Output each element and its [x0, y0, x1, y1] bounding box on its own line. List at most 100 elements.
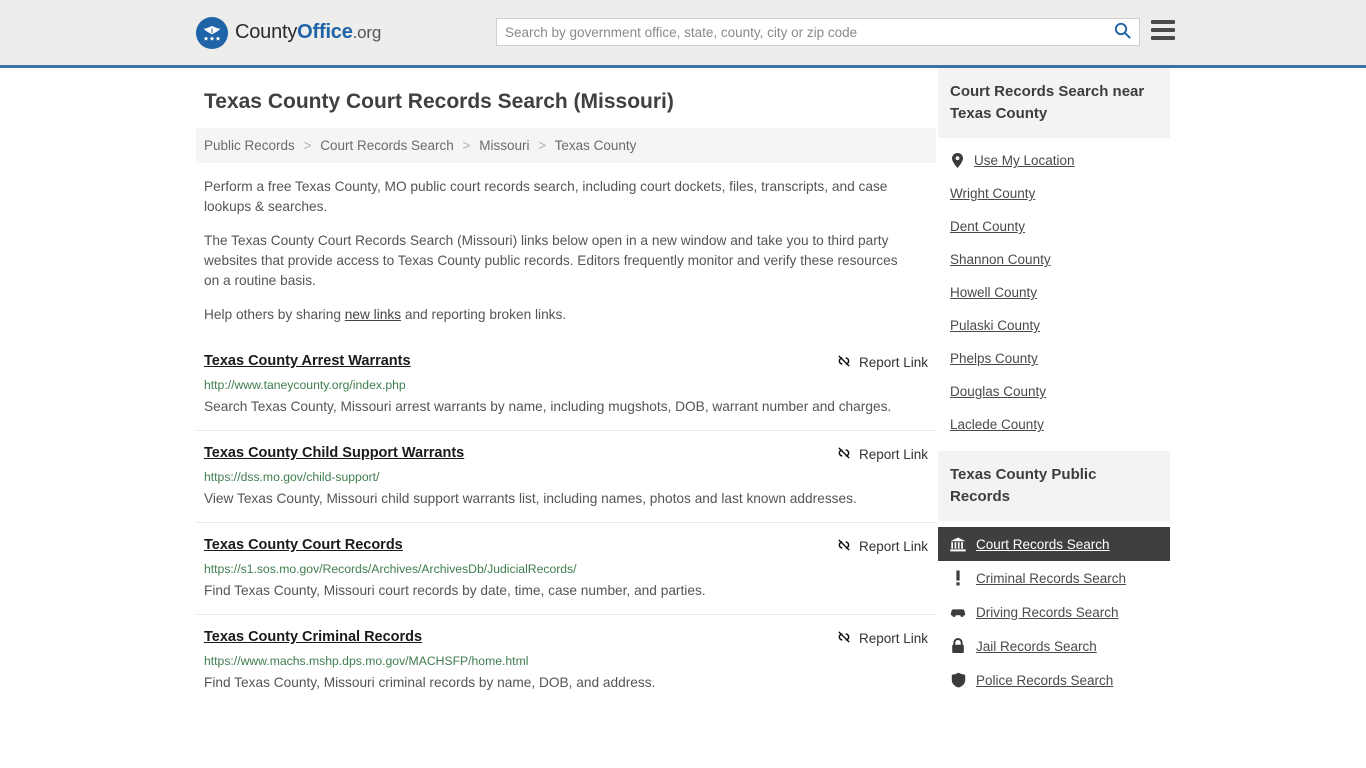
nearby-counties-title: Court Records Search near Texas County — [938, 68, 1170, 138]
result-item: Texas County Arrest Warrants Report Link… — [196, 339, 936, 430]
sidebar-item-court-records-search[interactable]: Court Records Search — [938, 527, 1170, 561]
sidebar-link-driving-records-search[interactable]: Driving Records Search — [976, 605, 1119, 620]
result-header: Texas County Arrest Warrants Report Link — [204, 352, 928, 372]
car-icon — [950, 604, 966, 620]
search-input[interactable] — [497, 19, 1105, 45]
breadcrumb-item-court-records-search[interactable]: Court Records Search — [320, 138, 454, 153]
report-link-button[interactable]: Report Link — [836, 353, 928, 372]
sidebar-link-criminal-records-search[interactable]: Criminal Records Search — [976, 571, 1126, 586]
courthouse-icon — [950, 536, 966, 552]
site-logo[interactable]: CountyOffice.org — [196, 16, 381, 49]
sidebar-item-driving-records-search[interactable]: Driving Records Search — [938, 595, 1170, 629]
sidebar-link-pulaski-county[interactable]: Pulaski County — [950, 318, 1040, 333]
result-description: View Texas County, Missouri child suppor… — [204, 491, 857, 506]
nearby-counties-box: Court Records Search near Texas County U… — [938, 68, 1170, 445]
hamburger-bar — [1151, 36, 1175, 40]
sidebar-item-use-my-location[interactable]: Use My Location — [938, 144, 1170, 177]
sidebar-link-dent-county[interactable]: Dent County — [950, 219, 1025, 234]
intro-paragraph-2: The Texas County Court Records Search (M… — [204, 233, 898, 288]
sidebar-link-court-records-search[interactable]: Court Records Search — [976, 537, 1110, 552]
sidebar-item-phelps-county[interactable]: Phelps County — [938, 342, 1170, 375]
lock-icon — [950, 638, 966, 654]
site-header: CountyOffice.org — [0, 0, 1366, 68]
sidebar-link-douglas-county[interactable]: Douglas County — [950, 384, 1046, 399]
sidebar-item-dent-county[interactable]: Dent County — [938, 210, 1170, 243]
report-link-button[interactable]: Report Link — [836, 537, 928, 556]
result-description: Search Texas County, Missouri arrest war… — [204, 399, 892, 414]
brand-office: Office — [297, 21, 353, 43]
sidebar-link-use-my-location[interactable]: Use My Location — [974, 153, 1075, 168]
report-link-button[interactable]: Report Link — [836, 445, 928, 464]
sidebar-link-phelps-county[interactable]: Phelps County — [950, 351, 1038, 366]
result-item: Texas County Criminal Records Report Lin… — [196, 614, 936, 706]
page-title: Texas County Court Records Search (Misso… — [204, 90, 674, 113]
sidebar-item-wright-county[interactable]: Wright County — [938, 177, 1170, 210]
sidebar-link-jail-records-search[interactable]: Jail Records Search — [976, 639, 1097, 654]
map-pin-icon — [950, 153, 965, 168]
report-link-label: Report Link — [858, 539, 928, 554]
result-url[interactable]: https://dss.mo.gov/child-support/ — [204, 469, 928, 485]
broken-link-icon — [836, 445, 852, 464]
search-button[interactable] — [1105, 19, 1139, 45]
main-content: Texas County Court Records Search (Misso… — [196, 68, 936, 706]
help-paragraph: Help others by sharing new links and rep… — [204, 305, 916, 325]
new-links-link[interactable]: new links — [345, 307, 401, 322]
brand-county: County — [235, 21, 298, 43]
breadcrumb-item-public-records[interactable]: Public Records — [204, 138, 295, 153]
breadcrumb-separator: > — [303, 138, 312, 153]
breadcrumb-item-missouri[interactable]: Missouri — [479, 138, 529, 153]
result-header: Texas County Criminal Records Report Lin… — [204, 628, 928, 648]
result-url[interactable]: http://www.taneycounty.org/index.php — [204, 377, 928, 393]
sidebar-link-shannon-county[interactable]: Shannon County — [950, 252, 1051, 267]
report-link-label: Report Link — [858, 447, 928, 462]
report-link-label: Report Link — [858, 355, 928, 370]
result-header: Texas County Child Support Warrants Repo… — [204, 444, 928, 464]
brand-text: CountyOffice.org — [235, 21, 381, 44]
result-item: Texas County Child Support Warrants Repo… — [196, 430, 936, 522]
report-link-button[interactable]: Report Link — [836, 629, 928, 648]
result-url[interactable]: https://s1.sos.mo.gov/Records/Archives/A… — [204, 561, 928, 577]
hamburger-bar — [1151, 28, 1175, 32]
sidebar-item-police-records-search[interactable]: Police Records Search — [938, 663, 1170, 697]
eagle-stars-logo-icon — [196, 16, 228, 49]
sidebar-item-howell-county[interactable]: Howell County — [938, 276, 1170, 309]
result-description: Find Texas County, Missouri court record… — [204, 583, 706, 598]
report-link-label: Report Link — [858, 631, 928, 646]
sidebar-link-police-records-search[interactable]: Police Records Search — [976, 673, 1113, 688]
result-title-link[interactable]: Texas County Arrest Warrants — [204, 352, 411, 371]
hamburger-bar — [1151, 20, 1175, 24]
intro-paragraph-1: Perform a free Texas County, MO public c… — [204, 179, 888, 214]
sidebar-item-douglas-county[interactable]: Douglas County — [938, 375, 1170, 408]
sidebar: Court Records Search near Texas County U… — [938, 68, 1170, 706]
search-icon — [1114, 22, 1131, 42]
result-title-link[interactable]: Texas County Child Support Warrants — [204, 444, 464, 463]
broken-link-icon — [836, 537, 852, 556]
nearby-counties-list: Use My Location Wright County Dent Count… — [938, 138, 1170, 445]
result-item: Texas County Court Records Report Link h… — [196, 522, 936, 614]
public-records-list: Court Records Search Criminal Records Se… — [938, 521, 1170, 697]
search-bar — [496, 18, 1140, 46]
public-records-box: Texas County Public Records Court Record… — [938, 451, 1170, 697]
hamburger-menu-icon[interactable] — [1151, 20, 1175, 40]
broken-link-icon — [836, 353, 852, 372]
sidebar-item-criminal-records-search[interactable]: Criminal Records Search — [938, 561, 1170, 595]
sidebar-item-pulaski-county[interactable]: Pulaski County — [938, 309, 1170, 342]
broken-link-icon — [836, 629, 852, 648]
exclamation-icon — [950, 570, 966, 586]
breadcrumb-item-texas-county[interactable]: Texas County — [555, 138, 637, 153]
sidebar-link-howell-county[interactable]: Howell County — [950, 285, 1037, 300]
sidebar-item-laclede-county[interactable]: Laclede County — [938, 408, 1170, 441]
sidebar-item-shannon-county[interactable]: Shannon County — [938, 243, 1170, 276]
breadcrumb: Public Records > Court Records Search > … — [196, 128, 936, 163]
intro-section: Perform a free Texas County, MO public c… — [196, 177, 936, 325]
sidebar-item-jail-records-search[interactable]: Jail Records Search — [938, 629, 1170, 663]
sidebar-link-laclede-county[interactable]: Laclede County — [950, 417, 1044, 432]
result-title-link[interactable]: Texas County Court Records — [204, 536, 403, 555]
result-url[interactable]: https://www.machs.mshp.dps.mo.gov/MACHSF… — [204, 653, 928, 669]
help-text-before: Help others by sharing — [204, 307, 345, 322]
sidebar-link-wright-county[interactable]: Wright County — [950, 186, 1035, 201]
help-text-after: and reporting broken links. — [401, 307, 567, 322]
results-list: Texas County Arrest Warrants Report Link… — [196, 339, 936, 706]
brand-org: .org — [352, 23, 382, 42]
result-title-link[interactable]: Texas County Criminal Records — [204, 628, 422, 647]
